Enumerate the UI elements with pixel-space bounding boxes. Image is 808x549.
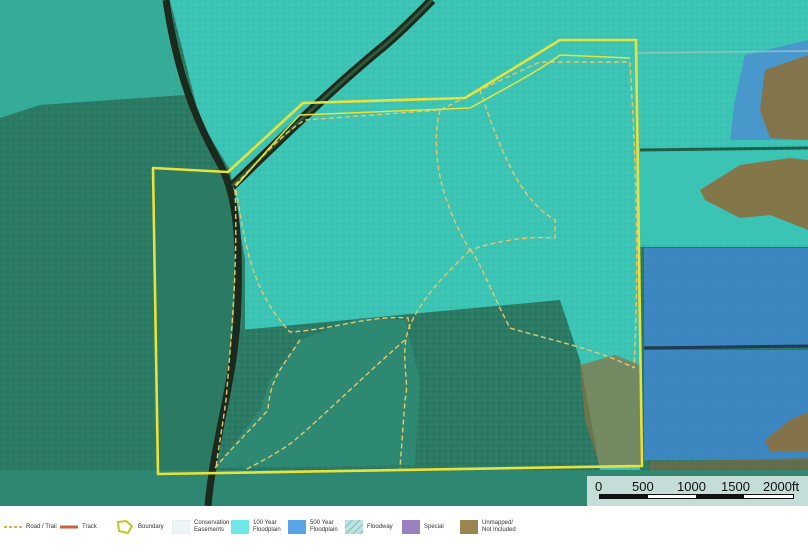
map-canvas[interactable] [0,0,808,506]
polygon-outline-icon [116,520,134,534]
swatch-icon [402,520,420,534]
scale-segment [696,495,744,498]
legend-label: 100 Year Floodplain [253,520,281,533]
scale-label-1500: 1500 [721,479,750,494]
hatched-swatch-icon [345,520,363,534]
legend-label: Floodway [367,523,393,530]
map-legend: Road / Trail Track Boundary Conservation… [0,506,808,549]
legend-item-boundary: Boundary [116,514,164,540]
scale-label-1000: 1000 [677,479,706,494]
scale-bar-graphic [599,494,794,499]
scale-label-0: 0 [595,479,603,494]
field-edge [639,146,808,152]
dashed-line-icon [4,526,22,528]
legend-item-road-trail: Road / Trail [4,514,57,540]
swatch-icon [231,520,249,534]
legend-label: Special [424,523,444,530]
legend-label: Track [82,523,97,530]
field-road-east [643,344,808,350]
swatch-icon [460,520,478,534]
swatch-icon [172,520,190,534]
solid-line-icon [60,525,78,529]
legend-item-conservation-easements: Conservation Easements [172,514,229,540]
legend-label: 500 Year Floodplain [310,520,338,533]
legend-label: Unmapped/ Not Included [482,520,516,533]
legend-label: Conservation Easements [194,520,230,533]
map-view[interactable]: 0 500 1000 1500 2000ft Road / Trail Trac… [0,0,808,549]
scale-segment [600,495,648,498]
legend-item-track: Track [60,514,97,540]
scale-label-2000ft: 2000ft [763,479,800,494]
legend-item-floodway: Floodway [345,514,393,540]
legend-item-unmapped: Unmapped/ Not Included [460,514,516,540]
legend-item-special: Special [402,514,444,540]
legend-label: Road / Trail [26,523,57,530]
floodplain-500-zone-east [644,248,808,346]
swatch-icon [288,520,306,534]
legend-label: Boundary [138,523,164,530]
scale-label-500: 500 [632,479,654,494]
legend-item-floodplain-500: 500 Year Floodplain [288,514,338,540]
legend-item-floodplain-100: 100 Year Floodplain [231,514,281,540]
scale-bar: 0 500 1000 1500 2000ft [587,476,808,506]
